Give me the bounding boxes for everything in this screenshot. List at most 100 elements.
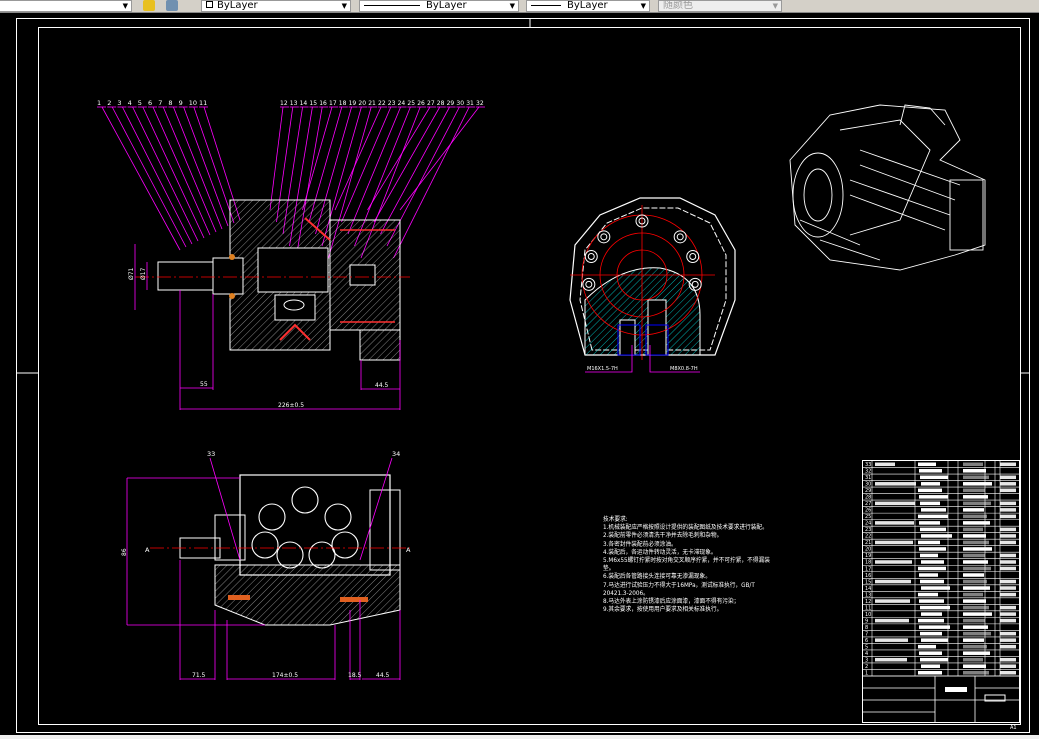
- parts-row-number: 16: [865, 573, 871, 579]
- port-circle: [276, 541, 304, 569]
- bottom-view: 33 34 86 71.5 174±0.5 18.5 44.5 A A: [121, 450, 411, 680]
- section-view: 1 2 3 4 5 6 7 8 9 10 11 12 13 14 15 16 17 18 19 20 21 22 23 24 2…: [97, 99, 485, 410]
- balloon-label: 26: [417, 100, 425, 107]
- layer-state-icon[interactable]: [143, 0, 155, 11]
- section-mark-right: A: [406, 546, 411, 554]
- dim-height: 86: [121, 548, 128, 556]
- balloon-label: 19: [349, 100, 357, 107]
- balloon-label: 31: [466, 100, 474, 107]
- sheet-size: A1: [1010, 725, 1017, 731]
- parts-row-number: 28: [865, 495, 871, 501]
- front-view: M16X1.5-7H M8X0.8-7H: [569, 197, 736, 373]
- parts-list-title-block: 3332313029282726252423222120191817161514…: [862, 460, 1020, 731]
- parts-row-number: 23: [865, 527, 871, 533]
- parts-row-number: 4: [865, 651, 868, 657]
- balloon-label: 30: [456, 100, 464, 107]
- section-mark-left: A: [145, 546, 150, 554]
- chevron-down-icon: ▼: [341, 2, 347, 10]
- layer-previous-icon[interactable]: [166, 0, 178, 11]
- balloon-label: 5: [138, 99, 142, 107]
- tech-item: 3.各密封件装配前必须涂油。: [603, 540, 677, 548]
- thread-label-1: M16X1.5-7H: [587, 366, 618, 372]
- balloon-label: 10: [189, 99, 197, 107]
- port-circle: [331, 531, 359, 559]
- bolt-hole: [582, 277, 596, 291]
- dim-bottom-middle: 174±0.5: [272, 672, 298, 679]
- lineweight-value: ByLayer: [567, 0, 608, 11]
- chevron-down-icon: ▼: [772, 2, 778, 10]
- parts-row-number: 27: [865, 501, 871, 507]
- chevron-down-icon: ▼: [509, 2, 515, 10]
- parts-row-number: 25: [865, 514, 871, 520]
- parts-row-number: 30: [865, 482, 871, 488]
- balloon-label: 13: [290, 100, 298, 107]
- parts-row-number: 21: [865, 540, 871, 546]
- tech-item: 垫。: [603, 565, 615, 573]
- drawing-canvas[interactable]: 1 2 3 4 5 6 7 8 9 10 11 12 13 14 15 16 17 18 19 20 21 22 23 24 2…: [0, 14, 1039, 735]
- balloon-label: 17: [329, 100, 337, 107]
- color-value: ByLayer: [217, 0, 258, 11]
- lineweight-dropdown[interactable]: ByLayer ▼: [526, 0, 650, 12]
- bolt-hole: [584, 250, 598, 264]
- parts-row-number: 26: [865, 508, 871, 514]
- layer-dropdown[interactable]: ▼: [0, 0, 132, 12]
- parts-row-number: 7: [865, 631, 868, 637]
- tech-item: 1.机械装配应严格按照设计提供的装配图纸及技术要求进行装配。: [603, 524, 768, 532]
- dim-dia-inner: Ø17: [140, 267, 147, 280]
- linetype-value: ByLayer: [426, 0, 467, 11]
- tech-item: 9.其余要求，按使用用户要求及相关标准执行。: [603, 606, 723, 614]
- tech-title: 技术要求:: [603, 516, 628, 523]
- balloon-label: 4: [128, 99, 132, 107]
- balloon-label: 32: [476, 100, 484, 107]
- port-circle: [251, 531, 279, 559]
- bolt-hole: [673, 230, 687, 244]
- balloon-label: 24: [398, 100, 406, 107]
- parts-row-number: 22: [865, 534, 871, 540]
- balloon-label: 18: [339, 100, 347, 107]
- tech-item: 7.马达进行试验压力不得大于16MPa，测试标准执行，GB/T: [603, 581, 755, 589]
- parts-row-number: 20: [865, 547, 871, 553]
- lineweight-preview: [531, 4, 561, 6]
- balloon-label: 27: [427, 100, 435, 107]
- balloon-label: 3: [117, 99, 121, 107]
- balloon-label: 29: [447, 100, 455, 107]
- parts-row-number: 8: [865, 625, 868, 631]
- balloon-label: 11: [199, 99, 207, 107]
- parts-row-number: 24: [865, 521, 871, 527]
- balloon-label: 20: [358, 100, 366, 107]
- isometric-view: [789, 104, 986, 271]
- tech-item: 8.马达外表上涂防锈漆后应涂面漆，漆面不得有污染；: [603, 598, 740, 606]
- tech-item: 2.装配前零件必须清洗干净并去除毛刺和杂物。: [603, 532, 723, 540]
- parts-row-number: 11: [865, 605, 871, 611]
- tech-item: 6.装配后各管路接头连接可靠无渗漏现象。: [603, 573, 711, 581]
- dim-left: 55: [200, 381, 208, 388]
- balloon-label: 28: [437, 100, 445, 107]
- plot-style-dropdown[interactable]: 随颜色 ▼: [658, 0, 782, 12]
- linetype-dropdown[interactable]: ByLayer ▼: [359, 0, 519, 12]
- balloon-label: 15: [309, 100, 317, 107]
- parts-row-number: 9: [865, 618, 868, 624]
- balloon-label: 21: [368, 100, 376, 107]
- parts-row-number: 6: [865, 638, 868, 644]
- parts-row-number: 33: [865, 462, 871, 468]
- parts-row-number: 12: [865, 599, 871, 605]
- port-circle: [291, 486, 319, 514]
- balloon-label: 6: [148, 99, 152, 107]
- port-circle: [258, 503, 286, 531]
- balloon-label: 1: [97, 99, 101, 107]
- chevron-down-icon: ▼: [640, 2, 646, 10]
- tech-item: 20421.3-2006。: [603, 589, 649, 597]
- parts-row-number: 17: [865, 566, 871, 572]
- chevron-down-icon: ▼: [122, 2, 128, 10]
- parts-row-number: 19: [865, 553, 871, 559]
- parts-row-number: 3: [865, 657, 868, 663]
- balloon-label: 25: [407, 100, 415, 107]
- dim-dia-outer: Ø71: [128, 267, 135, 280]
- balloon-34: 34: [392, 450, 400, 458]
- technical-requirements: 技术要求: 1.机械装配应严格按照设计提供的装配图纸及技术要求进行装配。 2.装…: [603, 516, 784, 614]
- parts-row-number: 31: [865, 475, 871, 481]
- color-dropdown[interactable]: ByLayer ▼: [201, 0, 351, 12]
- balloon-33: 33: [207, 450, 215, 458]
- dim-bottom-right: 44.5: [376, 672, 390, 679]
- color-swatch-icon: [206, 1, 213, 8]
